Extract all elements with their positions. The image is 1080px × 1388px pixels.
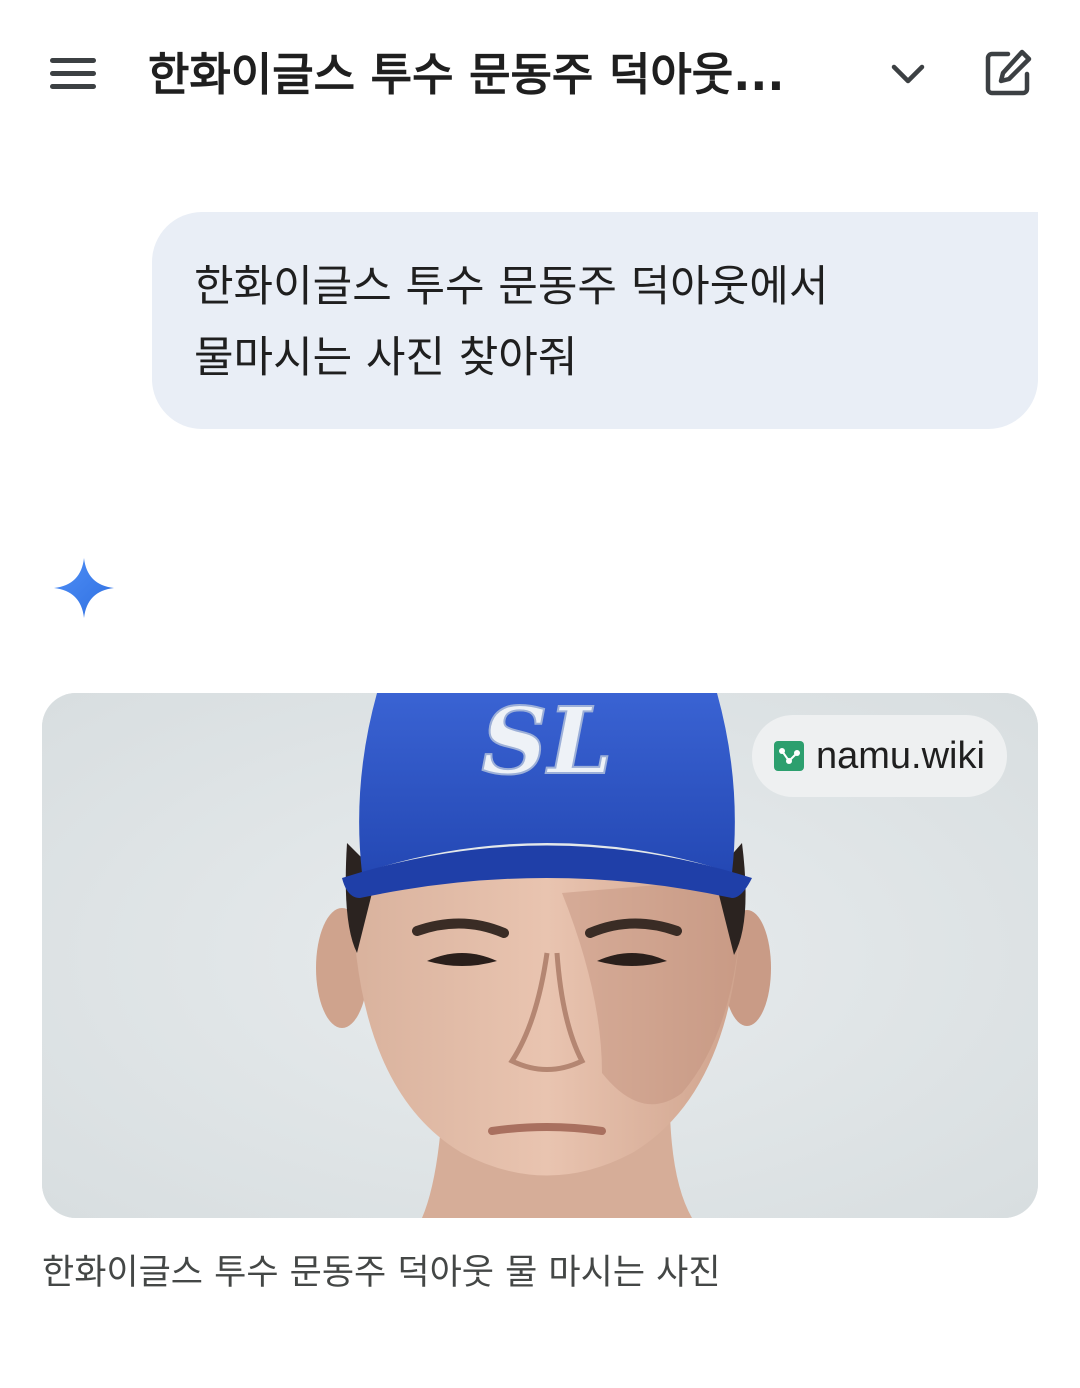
conversation-title[interactable]: 한화이글스 투수 문동주 덕아웃...: [148, 40, 838, 110]
title-dropdown-button[interactable]: [878, 44, 938, 104]
user-message-text: 한화이글스 투수 문동주 덕아웃에서 물마시는 사진 찾아줘: [194, 262, 829, 383]
top-app-bar: 한화이글스 투수 문동주 덕아웃...: [0, 0, 1080, 145]
edit-icon: [985, 49, 1032, 96]
gemini-spark-icon: [54, 558, 114, 618]
source-label: namu.wiki: [816, 734, 985, 777]
source-chip[interactable]: namu.wiki: [752, 715, 1007, 797]
new-chat-button[interactable]: [975, 40, 1041, 106]
image-result-card[interactable]: SL namu.wiki: [42, 693, 1038, 1218]
chevron-down-icon: [891, 64, 925, 84]
hamburger-menu-icon: [50, 58, 96, 89]
user-message-bubble: 한화이글스 투수 문동주 덕아웃에서 물마시는 사진 찾아줘: [152, 212, 1038, 429]
menu-button[interactable]: [44, 44, 104, 104]
image-caption: 한화이글스 투수 문동주 덕아웃 물 마시는 사진: [42, 1253, 721, 1293]
namu-wiki-favicon: [774, 741, 804, 771]
cap-logo-text: SL: [481, 693, 612, 795]
